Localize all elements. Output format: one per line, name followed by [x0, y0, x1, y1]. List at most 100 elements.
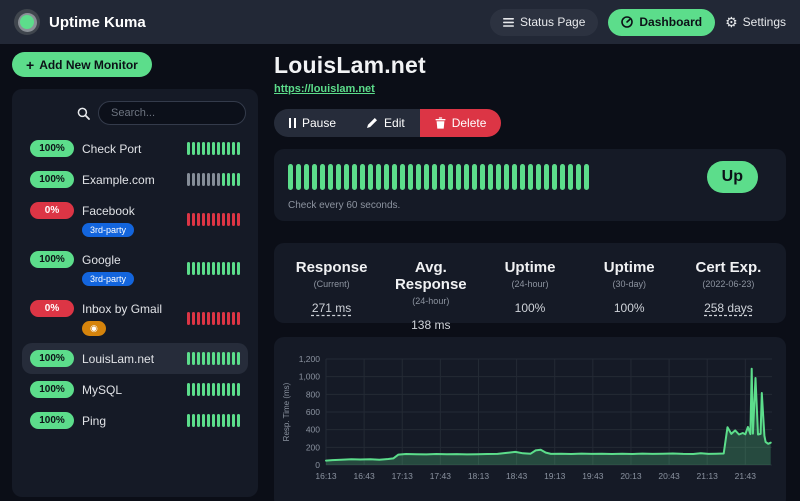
svg-text:20:43: 20:43 — [658, 471, 680, 481]
settings-label: Settings — [743, 15, 786, 29]
stat-column: Uptime (30-day) 100% — [580, 259, 679, 332]
heartbeat-beat — [336, 164, 341, 190]
svg-text:1,000: 1,000 — [299, 372, 321, 382]
monitor-list-item[interactable]: 100% Ping — [22, 405, 248, 436]
heartbeat-beat — [504, 164, 509, 190]
heartbeat-beat — [197, 352, 200, 365]
heartbeat-beat — [207, 414, 210, 427]
heartbeat-beat — [227, 173, 230, 186]
stat-value: 100% — [580, 301, 679, 315]
dashboard-button[interactable]: Dashboard — [608, 9, 715, 36]
sidebar: + Add New Monitor 100% Check Port 100% — [0, 44, 270, 501]
status-page-button[interactable]: Status Page — [490, 9, 598, 36]
app-logo-icon — [14, 9, 40, 35]
heartbeat-beat — [227, 352, 230, 365]
heartbeat-beat — [197, 142, 200, 155]
heartbeat-beat — [288, 164, 293, 190]
heartbeat-beat — [202, 142, 205, 155]
heartbeat-beat — [568, 164, 573, 190]
edit-button[interactable]: Edit — [351, 109, 420, 137]
monitor-heartbeat-bar — [187, 312, 240, 325]
stat-sublabel: (Current) — [282, 279, 381, 289]
heartbeat-beat — [456, 164, 461, 190]
search-input[interactable] — [98, 101, 246, 125]
heartbeat-beat — [202, 312, 205, 325]
heartbeat-beat — [448, 164, 453, 190]
response-time-chart: 02004006008001,0001,20016:1316:4317:1317… — [280, 347, 784, 501]
monitor-tag: 3rd-party — [82, 272, 134, 286]
monitor-list-panel: 100% Check Port 100% Example.com 0% Face… — [12, 89, 258, 497]
pause-icon — [289, 118, 296, 128]
monitor-list-item[interactable]: 0% Inbox by Gmail ◉ — [22, 293, 248, 343]
delete-button[interactable]: Delete — [420, 109, 502, 137]
stat-value: 271 ms — [282, 301, 381, 315]
heartbeat-beat — [232, 312, 235, 325]
monitor-name: Check Port — [82, 142, 141, 156]
heartbeat-beat — [207, 142, 210, 155]
heartbeat-beat — [192, 312, 195, 325]
monitor-name: MySQL — [82, 383, 122, 397]
heartbeat-beat — [584, 164, 589, 190]
heartbeat-beat — [408, 164, 413, 190]
heartbeat-beat — [192, 352, 195, 365]
app-brand[interactable]: Uptime Kuma — [14, 9, 146, 35]
heartbeat-beat — [187, 414, 190, 427]
monitor-heartbeat-bar — [187, 262, 240, 275]
heartbeat-card: Up Check every 60 seconds. — [274, 149, 786, 221]
heartbeat-beat — [212, 352, 215, 365]
heartbeat-beat — [232, 142, 235, 155]
gear-icon: ⚙ — [725, 15, 738, 29]
monitor-url-link[interactable]: https://louislam.net — [274, 83, 375, 95]
settings-button[interactable]: ⚙ Settings — [725, 15, 786, 29]
heartbeat-beat — [187, 383, 190, 396]
monitor-tags: 3rd-party — [82, 272, 134, 286]
heartbeat-beat — [217, 213, 220, 226]
heartbeat-beat — [222, 213, 225, 226]
heartbeat-beat — [197, 213, 200, 226]
heartbeat-beat — [207, 312, 210, 325]
stat-sublabel: (2022-06-23) — [679, 279, 778, 289]
monitor-heartbeat-bar — [187, 383, 240, 396]
heartbeat-beat — [192, 213, 195, 226]
uptime-badge: 0% — [30, 300, 74, 317]
monitor-list-item[interactable]: 100% Example.com — [22, 164, 248, 195]
heartbeat-beat — [217, 262, 220, 275]
svg-text:16:43: 16:43 — [353, 471, 375, 481]
heartbeat-beat — [227, 262, 230, 275]
heartbeat-beat — [187, 312, 190, 325]
heartbeat-beat — [207, 213, 210, 226]
monitor-list-item[interactable]: 100% Google 3rd-party — [22, 244, 248, 293]
heartbeat-beat — [480, 164, 485, 190]
heartbeat-beat — [237, 142, 240, 155]
heartbeat-bar — [288, 164, 589, 190]
heartbeat-beat — [212, 383, 215, 396]
monitor-list-item[interactable]: 100% Check Port — [22, 133, 248, 164]
heartbeat-beat — [212, 262, 215, 275]
heartbeat-beat — [222, 312, 225, 325]
heartbeat-beat — [222, 352, 225, 365]
heartbeat-beat — [312, 164, 317, 190]
svg-text:16:13: 16:13 — [315, 471, 337, 481]
heartbeat-beat — [328, 164, 333, 190]
add-new-monitor-button[interactable]: + Add New Monitor — [12, 52, 152, 77]
svg-text:21:13: 21:13 — [697, 471, 719, 481]
stat-label: Uptime — [480, 259, 579, 276]
heartbeat-beat — [232, 173, 235, 186]
monitor-list-item[interactable]: 100% LouisLam.net — [22, 343, 248, 374]
heartbeat-beat — [187, 352, 190, 365]
pause-button[interactable]: Pause — [274, 109, 351, 137]
heartbeat-beat — [237, 312, 240, 325]
monitor-tag: ◉ — [82, 321, 106, 336]
heartbeat-beat — [202, 352, 205, 365]
svg-text:20:13: 20:13 — [620, 471, 642, 481]
monitor-heartbeat-bar — [187, 142, 240, 155]
stat-value: 138 ms — [381, 318, 480, 332]
monitor-list-item[interactable]: 0% Facebook 3rd-party — [22, 195, 248, 244]
heartbeat-beat — [360, 164, 365, 190]
heartbeat-beat — [237, 262, 240, 275]
stat-sublabel: (30-day) — [580, 279, 679, 289]
heartbeat-beat — [237, 213, 240, 226]
monitor-list-item[interactable]: 100% MySQL — [22, 374, 248, 405]
monitor-tags: 3rd-party — [82, 223, 135, 237]
heartbeat-beat — [400, 164, 405, 190]
